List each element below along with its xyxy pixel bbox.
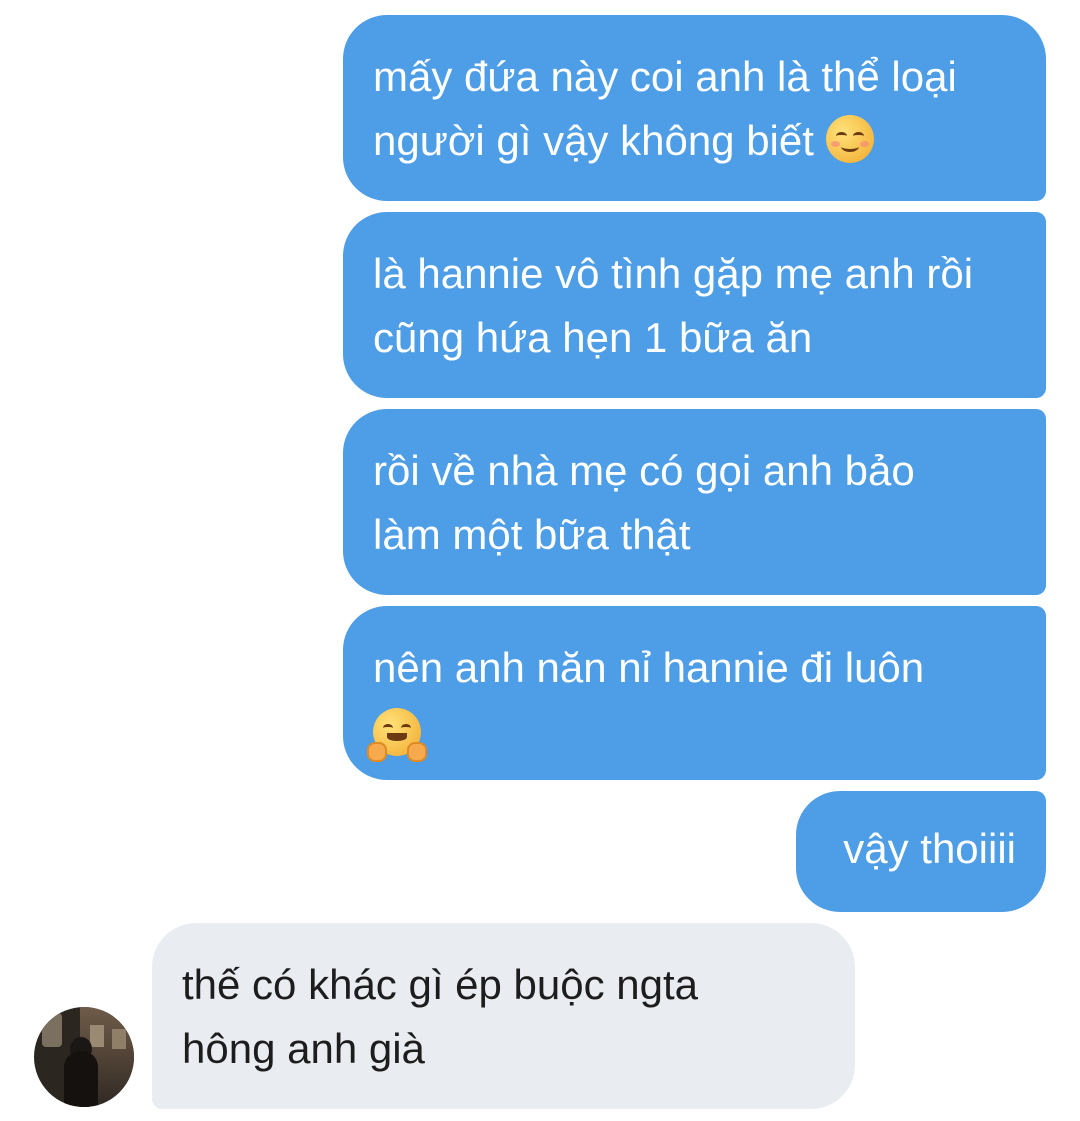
received-message-bubble[interactable]: thế có khác gì ép buộc ngta hông anh già xyxy=(152,923,855,1109)
avatar-photo-detail xyxy=(90,1025,104,1047)
avatar-photo-detail xyxy=(64,1051,98,1107)
message-line: vậy thoiiii xyxy=(843,825,1016,872)
hugging-face-emoji-icon xyxy=(367,708,427,762)
message-line: nên anh năn nỉ hannie đi luôn xyxy=(373,644,925,691)
message-line: mấy đứa này coi anh là thể loại xyxy=(373,53,957,100)
sent-message-bubble[interactable]: là hannie vô tình gặp mẹ anh rồi cũng hứ… xyxy=(343,212,1046,398)
message-line xyxy=(367,700,1016,766)
avatar-photo-detail xyxy=(42,1013,62,1047)
message-line: làm một bữa thật xyxy=(373,511,691,558)
sent-message-bubble[interactable]: rồi về nhà mẹ có gọi anh bảo làm một bữa… xyxy=(343,409,1046,595)
avatar-photo-detail xyxy=(112,1029,126,1049)
sent-message-bubble[interactable]: nên anh năn nỉ hannie đi luôn xyxy=(343,606,1046,780)
message-line: người gì vậy không biết xyxy=(373,109,1016,173)
message-line: thế có khác gì ép buộc ngta xyxy=(182,961,699,1008)
sent-message-bubble[interactable]: vậy thoiiii xyxy=(796,791,1046,912)
message-line: cũng hứa hẹn 1 bữa ăn xyxy=(373,314,813,361)
message-line: rồi về nhà mẹ có gọi anh bảo xyxy=(373,447,915,494)
message-line-text: người gì vậy không biết xyxy=(373,117,814,164)
smiling-face-emoji-icon xyxy=(825,115,874,163)
message-line: là hannie vô tình gặp mẹ anh rồi xyxy=(373,250,974,297)
message-line: hông anh già xyxy=(182,1025,425,1072)
contact-avatar[interactable] xyxy=(34,1007,134,1107)
sent-message-bubble[interactable]: mấy đứa này coi anh là thể loại người gì… xyxy=(343,15,1046,201)
message-thread: mấy đứa này coi anh là thể loại người gì… xyxy=(0,0,1080,1121)
